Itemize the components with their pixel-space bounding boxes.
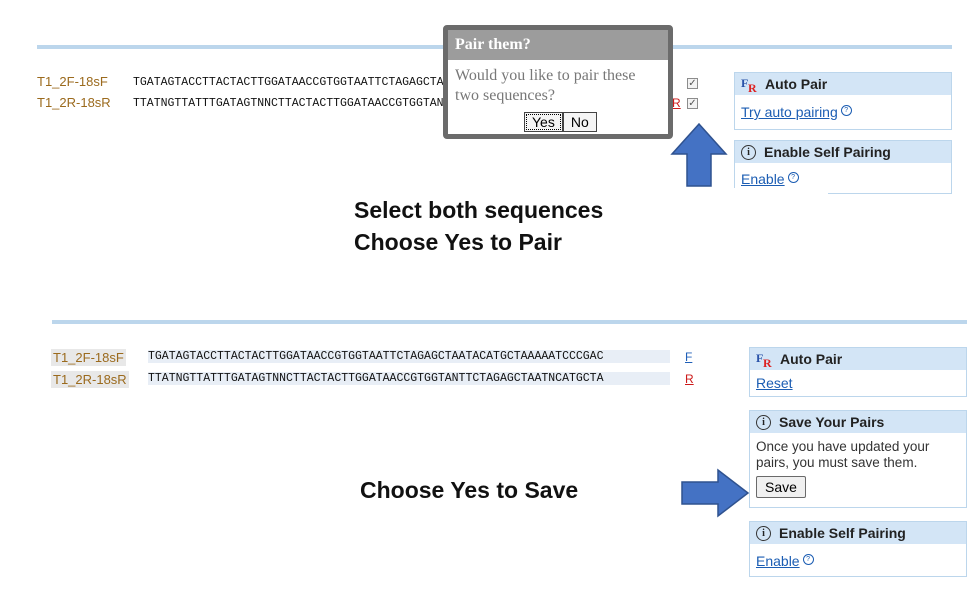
divider bbox=[52, 320, 967, 324]
auto-pair-panel: FR Auto Pair Try auto pairing? bbox=[734, 72, 952, 130]
auto-pair-panel: FR Auto Pair Reset bbox=[749, 347, 967, 397]
save-pairs-panel: i Save Your Pairs Once you have updated … bbox=[749, 410, 967, 508]
info-icon: i bbox=[756, 525, 771, 541]
no-button[interactable]: No bbox=[562, 112, 597, 132]
forward-link[interactable]: F bbox=[685, 350, 692, 364]
enable-self-pairing-link[interactable]: Enable bbox=[741, 171, 785, 187]
enable-self-pairing-link[interactable]: Enable bbox=[756, 553, 800, 569]
sequence-text: TGATAGTACCTTACTACTTGGATAACCGTGGTAATTCTAG… bbox=[148, 350, 670, 363]
select-checkbox[interactable]: ✓ bbox=[687, 78, 698, 89]
bottom-screenshot: T1_2F-18sF TGATAGTACCTTACTACTTGGATAACCGT… bbox=[0, 292, 972, 594]
help-icon[interactable]: ? bbox=[802, 553, 814, 565]
save-button[interactable]: Save bbox=[756, 476, 806, 498]
sequence-text: TGATAGTACCTTACTACTTGGATAACCGTGGTAATTCTAG… bbox=[133, 76, 448, 89]
select-checkbox[interactable]: ✓ bbox=[687, 98, 698, 109]
panel-title: Auto Pair bbox=[780, 351, 843, 367]
dialog-title: Pair them? bbox=[448, 30, 668, 60]
panel-title: Save Your Pairs bbox=[779, 414, 885, 430]
top-screenshot: T1_2F-18sF TGATAGTACCTTACTACTTGGATAACCGT… bbox=[0, 0, 972, 292]
pair-dialog: Pair them? Would you like to pair these … bbox=[443, 25, 673, 139]
info-icon: i bbox=[756, 414, 771, 430]
sequence-text: TTATNGTTATTTGATAGTNNCTTACTACTTGGATAACCGT… bbox=[133, 97, 448, 110]
sequence-name[interactable]: T1_2F-18sF bbox=[51, 349, 126, 366]
yes-button[interactable]: Yes bbox=[524, 112, 563, 132]
sequence-name[interactable]: T1_2R-18sR bbox=[37, 95, 111, 110]
instruction-caption: Choose Yes to Save bbox=[360, 477, 579, 503]
reset-link[interactable]: Reset bbox=[756, 375, 793, 391]
instruction-caption: Select both sequences Choose Yes to Pair bbox=[344, 188, 828, 262]
try-auto-pairing-link[interactable]: Try auto pairing bbox=[741, 104, 838, 120]
info-icon: i bbox=[741, 144, 756, 160]
dialog-message: Would you like to pair these two sequenc… bbox=[455, 67, 636, 104]
panel-title: Enable Self Pairing bbox=[764, 144, 891, 160]
fr-logo-icon: FR bbox=[741, 76, 757, 95]
fr-logo-icon: FR bbox=[756, 351, 772, 370]
help-icon[interactable]: ? bbox=[787, 171, 799, 183]
reverse-link[interactable]: R bbox=[672, 96, 681, 110]
self-pairing-panel: i Enable Self Pairing Enable? bbox=[734, 140, 952, 194]
sequence-text: TTATNGTTATTTGATAGTNNCTTACTACTTGGATAACCGT… bbox=[148, 372, 670, 385]
sequence-name[interactable]: T1_2F-18sF bbox=[37, 74, 108, 89]
panel-title: Enable Self Pairing bbox=[779, 525, 906, 541]
save-instructions: Once you have updated your pairs, you mu… bbox=[756, 439, 930, 470]
reverse-link[interactable]: R bbox=[685, 372, 694, 386]
panel-title: Auto Pair bbox=[765, 76, 828, 92]
right-arrow-icon bbox=[681, 468, 750, 518]
self-pairing-panel: i Enable Self Pairing Enable? bbox=[749, 521, 967, 577]
help-icon[interactable]: ? bbox=[840, 104, 852, 116]
sequence-name[interactable]: T1_2R-18sR bbox=[51, 371, 129, 388]
up-arrow-icon bbox=[670, 122, 728, 187]
